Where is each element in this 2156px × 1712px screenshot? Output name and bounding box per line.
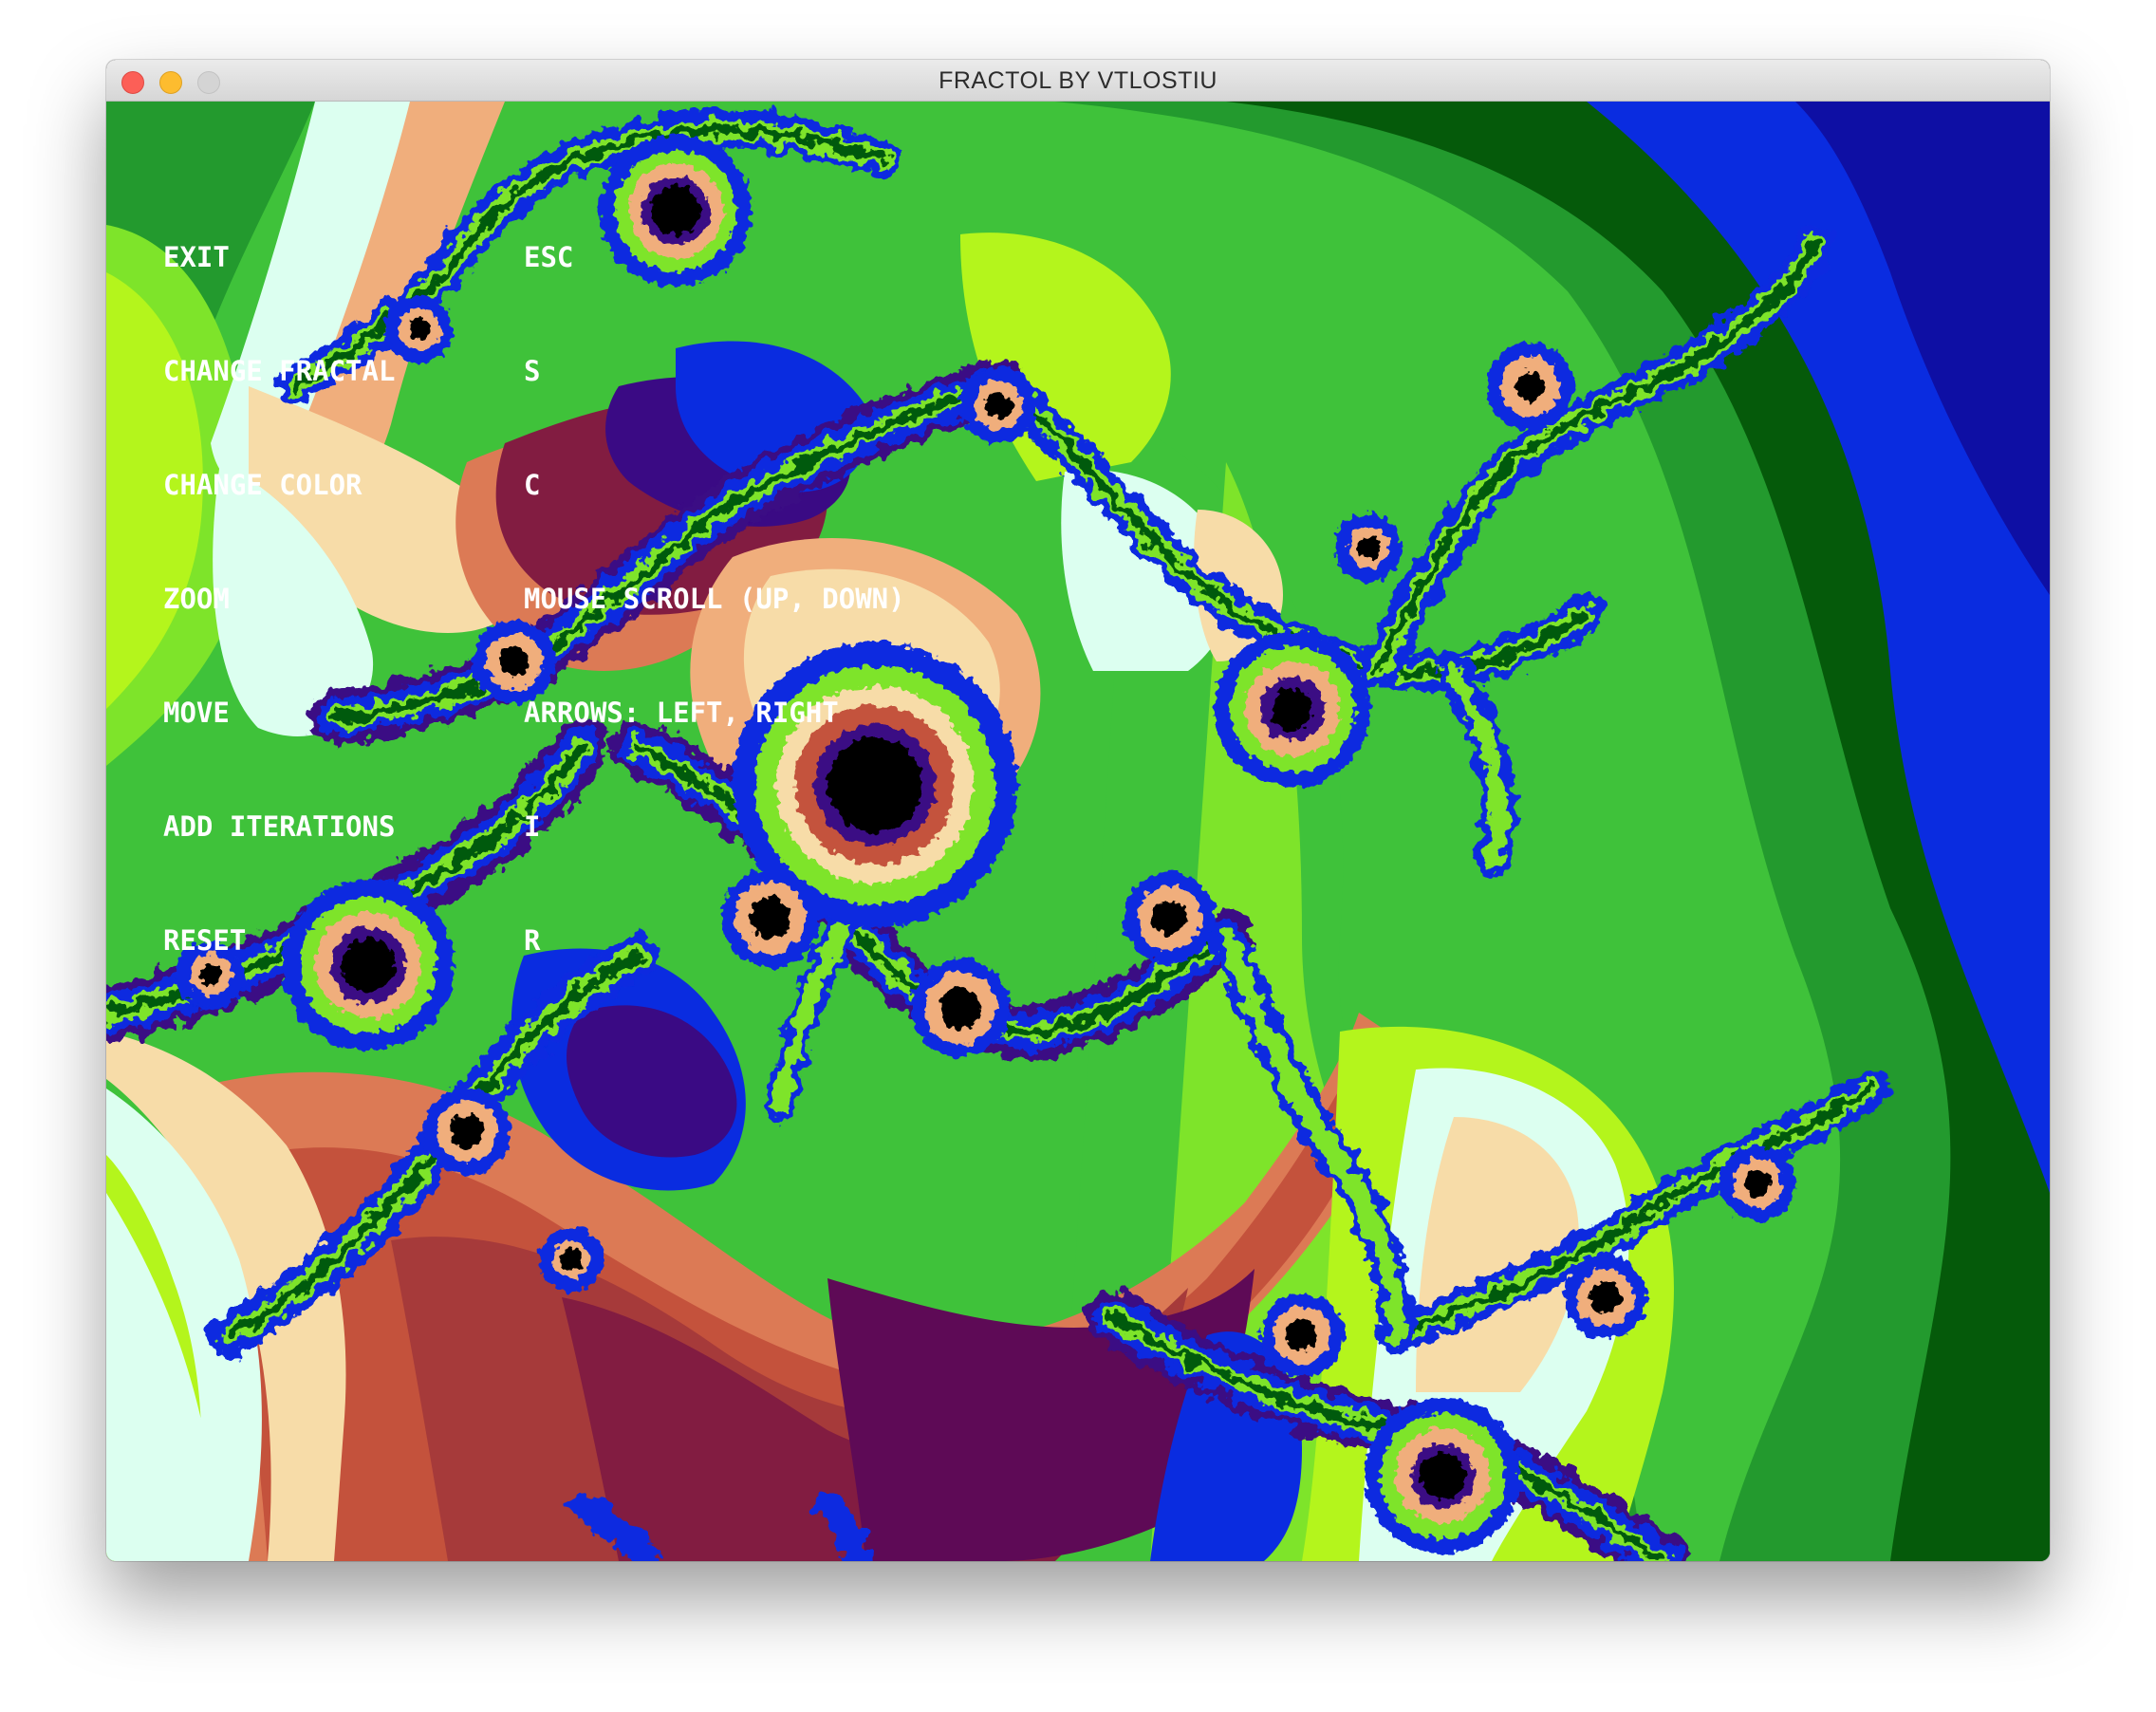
fractal-image <box>106 102 2050 1561</box>
window-title: FRACTOL BY VTLOSTIU <box>939 67 1217 94</box>
control-key-label: CHANGE FRACTAL <box>163 355 396 387</box>
control-key-value: I <box>524 810 541 843</box>
control-key-label: ZOOM <box>163 583 230 615</box>
control-row-exit: EXIT ESC <box>163 238 573 276</box>
control-key-label: EXIT <box>163 241 230 273</box>
control-key-value: ARROWS: LEFT, RIGHT <box>524 697 839 729</box>
title-bar[interactable]: FRACTOL BY VTLOSTIU <box>106 60 2050 102</box>
controls-overlay: EXIT ESC CHANGE FRACTAL S CHANGE COLOR C… <box>163 162 905 1035</box>
control-row-change-color: CHANGE COLOR C <box>163 466 540 504</box>
app-window: FRACTOL BY VTLOSTIU EXIT ESC CHANGE FRAC… <box>106 60 2050 1561</box>
control-row-zoom: ZOOM MOUSE SCROLL (UP, DOWN) <box>163 580 905 618</box>
control-key-value: C <box>524 469 541 501</box>
control-key-value: S <box>524 355 541 387</box>
control-key-label: ADD ITERATIONS <box>163 810 396 843</box>
control-row-change-fractal: CHANGE FRACTAL S <box>163 352 540 390</box>
control-key-value: R <box>524 924 541 957</box>
control-row-reset: RESET R <box>163 921 540 959</box>
control-row-add-iterations: ADD ITERATIONS I <box>163 808 540 846</box>
fractal-canvas[interactable]: EXIT ESC CHANGE FRACTAL S CHANGE COLOR C… <box>106 102 2050 1561</box>
control-row-move: MOVE ARROWS: LEFT, RIGHT <box>163 694 839 732</box>
control-key-value: MOUSE SCROLL (UP, DOWN) <box>524 583 905 615</box>
control-key-label: CHANGE COLOR <box>163 469 362 501</box>
control-key-label: MOVE <box>163 697 230 729</box>
control-key-label: RESET <box>163 924 247 957</box>
control-key-value: ESC <box>524 241 574 273</box>
